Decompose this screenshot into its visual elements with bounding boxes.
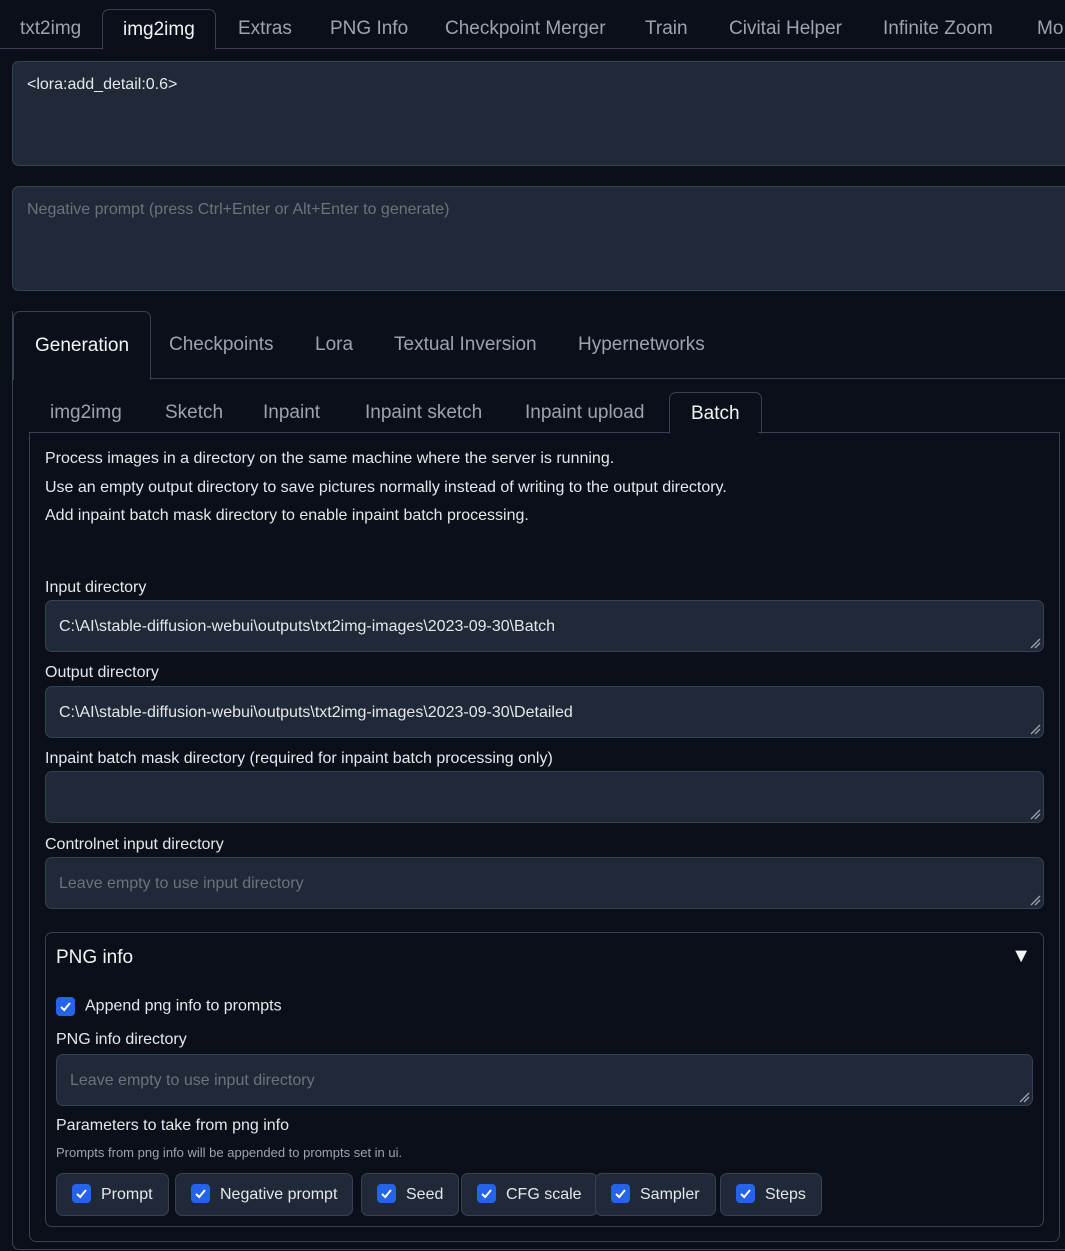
- mask-directory-label: Inpaint batch mask directory (required f…: [45, 750, 553, 767]
- batch-info-line: Add inpaint batch mask directory to enab…: [45, 507, 529, 524]
- params-label: Parameters to take from png info: [56, 1117, 289, 1134]
- tab-mode-sketch[interactable]: Sketch: [144, 392, 244, 433]
- png-info-accordion: PNG info ▼ Append png info to prompts PN…: [45, 932, 1044, 1227]
- param-checkbox-seed[interactable]: Seed: [361, 1173, 460, 1216]
- negative-prompt-input[interactable]: Negative prompt (press Ctrl+Enter or Alt…: [12, 186, 1065, 291]
- tab-hypernetworks[interactable]: Hypernetworks: [557, 311, 726, 379]
- controlnet-directory-field[interactable]: Leave empty to use input directory: [45, 857, 1044, 909]
- checkbox-checked-icon[interactable]: [477, 1183, 496, 1203]
- params-note: Prompts from png info will be appended t…: [56, 1145, 403, 1160]
- batch-tab-join: [670, 432, 758, 434]
- checkbox-checked-icon[interactable]: [377, 1183, 396, 1203]
- tab-textual-inversion[interactable]: Textual Inversion: [373, 311, 558, 379]
- param-checkbox-prompt[interactable]: Prompt: [56, 1173, 169, 1216]
- param-checkbox-negative-prompt[interactable]: Negative prompt: [175, 1173, 354, 1216]
- param-label: Negative prompt: [220, 1186, 338, 1203]
- input-directory-field[interactable]: C:\AI\stable-diffusion-webui\outputs\txt…: [45, 600, 1044, 652]
- controlnet-directory-label: Controlnet input directory: [45, 836, 224, 853]
- param-checkbox-sampler[interactable]: Sampler: [595, 1173, 716, 1216]
- tab-checkpoints[interactable]: Checkpoints: [148, 311, 295, 379]
- param-label: Prompt: [101, 1186, 153, 1203]
- resize-grip-icon[interactable]: [1027, 635, 1041, 649]
- resize-grip-icon[interactable]: [1027, 721, 1041, 735]
- tab-more[interactable]: Mo: [1017, 9, 1065, 49]
- output-directory-label: Output directory: [45, 664, 159, 681]
- param-checkbox-cfg-scale[interactable]: CFG scale: [461, 1173, 598, 1216]
- png-info-directory-placeholder: Leave empty to use input directory: [70, 1072, 315, 1089]
- input-directory-label: Input directory: [45, 579, 147, 596]
- checkbox-checked-icon[interactable]: [736, 1183, 755, 1203]
- prompt-value: <lora:add_detail:0.6>: [27, 76, 178, 93]
- batch-info-line: Use an empty output directory to save pi…: [45, 479, 727, 496]
- main-tabs: txt2img img2img Extras PNG Info Checkpoi…: [0, 0, 1065, 50]
- output-directory-value: C:\AI\stable-diffusion-webui\outputs\txt…: [59, 704, 573, 721]
- output-directory-field[interactable]: C:\AI\stable-diffusion-webui\outputs\txt…: [45, 686, 1044, 738]
- tab-civitai-helper[interactable]: Civitai Helper: [709, 9, 862, 49]
- param-label: CFG scale: [506, 1186, 582, 1203]
- png-info-directory-field[interactable]: Leave empty to use input directory: [56, 1054, 1033, 1106]
- resize-grip-icon[interactable]: [1016, 1089, 1030, 1103]
- tab-extras[interactable]: Extras: [218, 9, 312, 49]
- tab-checkpoint-merger[interactable]: Checkpoint Merger: [425, 9, 626, 49]
- input-directory-value: C:\AI\stable-diffusion-webui\outputs\txt…: [59, 618, 555, 635]
- param-checkbox-steps[interactable]: Steps: [720, 1173, 822, 1216]
- tab-lora[interactable]: Lora: [294, 311, 374, 379]
- tab-train[interactable]: Train: [625, 9, 708, 49]
- tab-mode-batch[interactable]: Batch: [669, 392, 762, 434]
- tab-generation[interactable]: Generation: [13, 311, 152, 380]
- checkbox-checked-icon[interactable]: [56, 997, 75, 1016]
- png-info-title[interactable]: PNG info: [56, 947, 133, 969]
- collapse-toggle-icon[interactable]: ▼: [1011, 945, 1031, 968]
- param-label: Seed: [406, 1186, 444, 1203]
- prompt-input[interactable]: <lora:add_detail:0.6>: [12, 61, 1065, 166]
- checkbox-checked-icon[interactable]: [191, 1183, 210, 1203]
- tab-txt2img[interactable]: txt2img: [0, 9, 101, 49]
- tab-infinite-zoom[interactable]: Infinite Zoom: [863, 9, 1013, 49]
- tab-mode-inpaint-sketch[interactable]: Inpaint sketch: [344, 392, 503, 433]
- append-png-info-checkbox[interactable]: Append png info to prompts: [56, 997, 282, 1016]
- param-label: Steps: [765, 1186, 806, 1203]
- batch-panel-top-border-left: [30, 432, 669, 433]
- resize-grip-icon[interactable]: [1027, 892, 1041, 906]
- resize-grip-icon[interactable]: [1027, 806, 1041, 820]
- checkbox-checked-icon[interactable]: [72, 1183, 91, 1203]
- tab-img2img[interactable]: img2img: [102, 9, 216, 50]
- append-png-info-label: Append png info to prompts: [85, 997, 282, 1015]
- negative-prompt-placeholder: Negative prompt (press Ctrl+Enter or Alt…: [27, 201, 450, 218]
- controlnet-directory-placeholder: Leave empty to use input directory: [59, 875, 304, 892]
- png-info-directory-label: PNG info directory: [56, 1031, 187, 1048]
- tab-mode-inpaint[interactable]: Inpaint: [242, 392, 341, 433]
- mask-directory-field[interactable]: [45, 771, 1044, 823]
- batch-info-line: Process images in a directory on the sam…: [45, 450, 615, 467]
- checkbox-checked-icon[interactable]: [611, 1183, 630, 1203]
- tab-mode-img2img[interactable]: img2img: [29, 392, 143, 433]
- tab-mode-inpaint-upload[interactable]: Inpaint upload: [504, 392, 665, 433]
- tab-png-info[interactable]: PNG Info: [310, 9, 428, 49]
- param-label: Sampler: [640, 1186, 700, 1203]
